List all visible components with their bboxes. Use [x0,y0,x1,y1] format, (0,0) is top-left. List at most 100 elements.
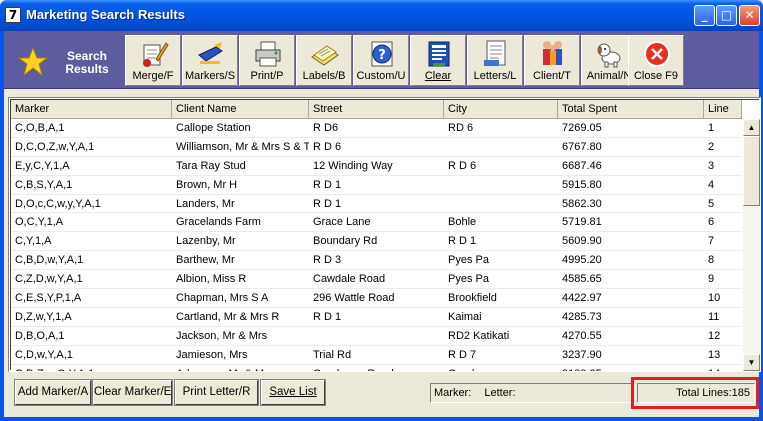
client-button[interactable]: Client/T [524,35,580,86]
minimize-button[interactable]: _ [694,5,715,26]
cell-marker: C,D,w,Y,A,1 [15,348,73,361]
column-header-marker[interactable]: Marker [11,100,172,119]
table-row[interactable]: C,Y,1,A Lazenby, Mr Boundary Rd R D 1 5609.9… [11,232,742,252]
results-grid[interactable]: Marker Client Name Street City Total Spe… [8,97,761,372]
cell-city: Pyes Pa [448,254,489,267]
markers-icon [198,42,223,64]
maximize-button[interactable]: □ [716,5,737,26]
marker-label: Marker: [434,387,472,399]
custom-button[interactable]: ? Custom/U [353,35,409,86]
cell-client-name: Tara Ray Stud [176,159,246,172]
cell-line: 2 [708,140,715,153]
table-row[interactable]: D,C,O,Z,w,Y,A,1 Williamson, Mr & Mrs S & … [11,138,742,157]
client-icon [543,41,562,65]
cell-street: Grace Lane [313,216,371,229]
close-f9-button[interactable]: Close F9 [628,35,684,86]
cell-street: 296 Wattle Road [313,292,395,305]
scroll-thumb[interactable] [743,136,760,206]
cell-line: 5 [708,197,715,210]
scroll-up-arrow[interactable]: ▲ [743,119,760,136]
cell-client-name: Callope Station [176,122,251,134]
clear-button[interactable]: Clear [410,35,466,86]
print-button[interactable]: Print/P [239,35,295,86]
cell-line: 8 [708,254,715,267]
window-title: Marketing Search Results [26,7,185,22]
cell-marker: C,D,Z,w,O,Y,A,1 [11,365,172,371]
markers-button[interactable]: Markers/S [182,35,238,86]
table-row[interactable]: E,y,C,Y,1,A Tara Ray Stud 12 Winding Way R … [11,157,742,176]
cell-city: R D 1 [448,235,477,248]
table-row[interactable]: C,Z,D,w,Y,A,1 Albion, Miss R Cawdale Road P… [11,270,742,290]
merge-button[interactable]: Merge/F [125,35,181,86]
table-row[interactable]: C,E,S,Y,P,1,A Chapman, Mrs S A 296 Wattle … [11,289,742,308]
animal-icon [597,43,621,68]
clear-marker-button[interactable]: Clear Marker/E [92,379,173,406]
table-row[interactable]: C,B,S,Y,A,1 Brown, Mr H R D 1 5915.80 4 [11,176,742,195]
table-row[interactable]: D,B,O,A,1 Jackson, Mr & Mrs RD2 Katikati 42… [11,327,742,346]
cell-city [444,176,558,195]
cell-total-spent: 4285.73 [562,310,602,323]
cell-client-name: Adamson, Mr & Mrs [172,365,309,371]
footer-bar: Add Marker/A Clear Marker/E Print Letter… [4,375,759,415]
cell-client-name: Cartland, Mr & Mrs R [176,310,280,323]
cell-line: 10 [708,292,721,305]
cell-client-name: Albion, Miss R [176,273,247,286]
column-header-total-spent[interactable]: Total Spent [558,100,704,119]
cell-line: 9 [708,273,715,286]
table-row[interactable]: D,Z,w,Y,1,A Cartland, Mr & Mrs R R D 1 Kaim… [11,308,742,327]
grid-header: Marker Client Name Street City Total Spe… [11,100,742,119]
app-icon[interactable]: 7 [5,7,21,23]
cell-marker: O,C,Y,1,A [15,216,64,229]
merge-label: Merge/F [132,70,174,82]
table-row[interactable]: O,C,Y,1,A Gracelands Farm Grace Lane Bohle 5… [11,213,742,233]
vertical-scrollbar[interactable]: ▲ ▼ [743,119,760,371]
custom-label: Custom/U [356,70,406,82]
close-window-button[interactable]: ✕ [739,5,760,26]
results-grid-frame: Marker Client Name Street City Total Spe… [10,99,760,371]
cell-total-spent: 7269.05 [562,122,602,134]
cell-marker: C,Y,1,A [15,235,52,248]
column-header-client-name[interactable]: Client Name [172,100,309,119]
cell-marker: D,B,O,A,1 [15,329,65,342]
cell-city: R D 7 [448,348,477,361]
cell-marker: D,O,c,C,w,y,Y,A,1 [15,197,101,210]
add-marker-button[interactable]: Add Marker/A [14,379,92,406]
column-header-line[interactable]: Line [704,100,742,119]
cell-total-spent: 3237.90 [562,348,602,361]
labels-button[interactable]: Labels/B [296,35,352,86]
cell-client-name: Barthew, Mr [176,254,235,267]
column-header-street[interactable]: Street [309,100,444,119]
cell-city: Brookfield [448,292,497,305]
print-letter-button[interactable]: Print Letter/R [174,379,259,406]
table-row[interactable]: C,D,w,Y,A,1 Jamieson, Mrs Trial Rd R D 7 323… [11,346,742,365]
labels-label: Labels/B [302,70,346,82]
table-row[interactable]: C,B,D,w,Y,A,1 Barthew, Mr R D 3 Pyes Pa 4995… [11,251,742,271]
cell-street: R D 3 [313,254,342,267]
table-row[interactable]: C,O,B,A,1 Callope Station R D6 RD 6 7269.05 1 [11,119,742,138]
scroll-down-arrow[interactable]: ▼ [743,354,760,371]
cell-total-spent: 6767.80 [562,140,602,153]
cell-client-name: Lazenby, Mr [176,235,236,248]
column-header-city[interactable]: City [444,100,558,119]
table-row[interactable]: D,O,c,C,w,y,Y,A,1 Landers, Mr R D 1 5862.30… [11,195,742,214]
title-bar[interactable]: 7 Marketing Search Results _ □ ✕ [0,0,763,31]
letters-icon [484,40,506,66]
cell-city: RD 6 [448,122,474,134]
cell-city: Pyes Pa [448,273,489,286]
cell-line: 11 [708,310,720,323]
cell-total-spent: 3189.35 [558,365,704,371]
table-row[interactable]: C,D,Z,w,O,Y,A,1Adamson, Mr & MrsOmokoroa… [11,365,742,371]
close-f9-label: Close F9 [633,70,679,82]
save-list-button[interactable]: Save List [260,379,326,406]
cell-line: 14 [704,365,742,371]
labels-icon [311,45,339,66]
cell-total-spent: 4270.55 [562,329,602,342]
cell-marker: D,C,O,Z,w,Y,A,1 [15,140,95,153]
clear-icon [428,41,450,67]
cell-street: R D 6 [313,140,342,153]
cell-client-name: Williamson, Mr & Mrs S & T [176,140,309,153]
letters-label: Letters/L [473,70,517,82]
custom-icon: ? [371,41,393,67]
letters-button[interactable]: Letters/L [467,35,523,86]
cell-marker: C,O,B,A,1 [15,122,65,134]
